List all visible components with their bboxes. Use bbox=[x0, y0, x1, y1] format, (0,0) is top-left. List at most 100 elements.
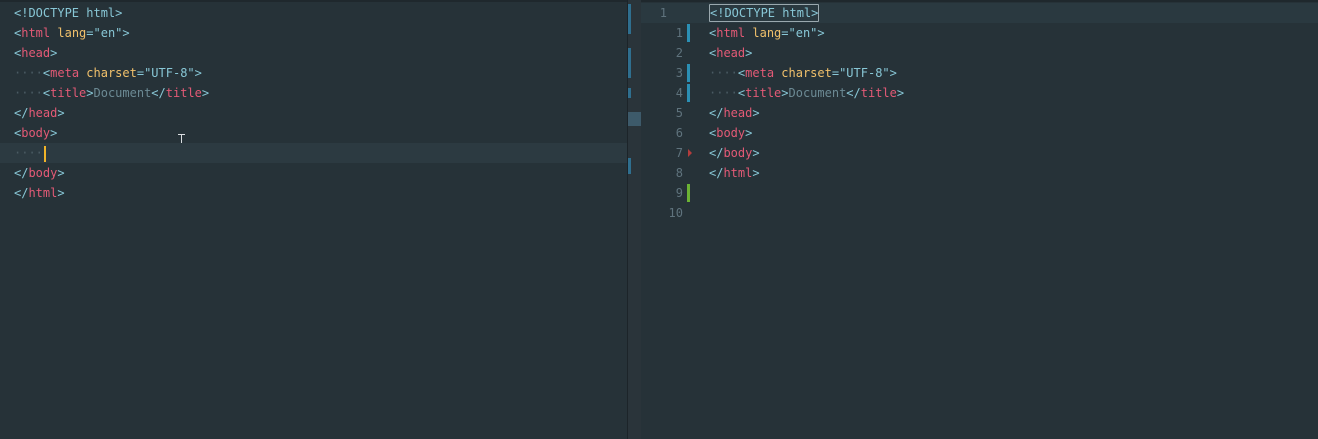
text-caret bbox=[43, 145, 46, 162]
code-line[interactable]: 1 <!DOCTYPE html> bbox=[641, 3, 1318, 23]
code-line[interactable]: 8 </html> bbox=[641, 163, 1318, 183]
scrollbar-thumb[interactable] bbox=[628, 112, 642, 126]
code-token: body bbox=[28, 166, 58, 180]
modified-line-marker bbox=[687, 84, 690, 102]
code-token: > bbox=[50, 126, 58, 140]
right-editor-pane[interactable]: 1 <!DOCTYPE html> 1 <html lang="en"> 2 <head>… bbox=[641, 0, 1318, 439]
code-token: ···· bbox=[14, 66, 43, 80]
code-content: ····<title>Document</title> bbox=[709, 83, 904, 103]
code-content: <html lang="en"> bbox=[709, 23, 825, 43]
code-token: > bbox=[745, 126, 753, 140]
code-token: ="UTF-8"> bbox=[136, 66, 202, 80]
code-token: > bbox=[752, 146, 760, 160]
code-token: title bbox=[745, 86, 782, 100]
code-token: body bbox=[21, 126, 51, 140]
code-token: title bbox=[860, 86, 897, 100]
code-line[interactable]: <body> bbox=[0, 123, 627, 143]
bracket-match-highlight: <!DOCTYPE html> bbox=[709, 4, 820, 22]
code-token: title bbox=[50, 86, 87, 100]
code-token: > bbox=[86, 86, 94, 100]
pane-top-border bbox=[641, 0, 1318, 2]
pane-top-border bbox=[0, 0, 627, 2]
code-line[interactable]: 4 ····<title>Document</title> bbox=[641, 83, 1318, 103]
code-line[interactable]: 5 </head> bbox=[641, 103, 1318, 123]
code-content: <body> bbox=[709, 123, 752, 143]
code-token: lang bbox=[57, 26, 87, 40]
code-line[interactable]: ····<meta charset="UTF-8"> bbox=[0, 63, 627, 83]
code-token: html bbox=[716, 26, 746, 40]
code-line[interactable]: ···· bbox=[0, 143, 627, 163]
code-content: </head> bbox=[709, 103, 760, 123]
modified-line-marker bbox=[687, 64, 690, 82]
code-token: > bbox=[57, 106, 65, 120]
code-token: </ bbox=[709, 166, 724, 180]
code-token: ="en"> bbox=[86, 26, 130, 40]
code-content: ····<meta charset="UTF-8"> bbox=[709, 63, 897, 83]
line-number: 8 bbox=[675, 166, 683, 180]
code-token: meta bbox=[50, 66, 80, 80]
code-token: </ bbox=[709, 146, 724, 160]
code-line[interactable]: 9 bbox=[641, 183, 1318, 203]
code-line[interactable]: 10 bbox=[641, 203, 1318, 223]
modified-line-marker bbox=[687, 24, 690, 42]
code-token: html bbox=[28, 186, 58, 200]
code-token: ···· bbox=[14, 86, 43, 100]
code-content: <head> bbox=[14, 43, 57, 63]
code-token: </ bbox=[846, 86, 861, 100]
code-token: > bbox=[896, 86, 905, 100]
code-token: > bbox=[752, 166, 760, 180]
code-token: > bbox=[57, 186, 65, 200]
code-content: ····<meta charset="UTF-8"> bbox=[14, 63, 202, 83]
code-token: head bbox=[28, 106, 58, 120]
code-token: html bbox=[723, 166, 753, 180]
code-token: > bbox=[745, 46, 753, 60]
code-token: ···· bbox=[709, 66, 738, 80]
line-number: 1 bbox=[675, 26, 683, 40]
code-line[interactable]: </body> bbox=[0, 163, 627, 183]
code-token: head bbox=[21, 46, 51, 60]
code-line[interactable]: ····<title>Document</title> bbox=[0, 83, 627, 103]
code-line[interactable]: <!DOCTYPE html> bbox=[0, 3, 627, 23]
code-line[interactable]: 2 <head> bbox=[641, 43, 1318, 63]
code-token: title bbox=[165, 86, 202, 100]
left-editor-pane[interactable]: <!DOCTYPE html> <html lang="en"> <head> ···… bbox=[0, 0, 627, 439]
code-token: meta bbox=[745, 66, 775, 80]
code-line[interactable]: 7 </body> bbox=[641, 143, 1318, 163]
code-content: <!DOCTYPE html> bbox=[709, 3, 820, 23]
line-number: 6 bbox=[675, 126, 683, 140]
code-token: body bbox=[716, 126, 746, 140]
scrollbar-change-marker bbox=[628, 158, 631, 174]
code-token: ···· bbox=[709, 86, 738, 100]
code-line[interactable]: </head> bbox=[0, 103, 627, 123]
code-content: <html lang="en"> bbox=[14, 23, 130, 43]
code-content: </body> bbox=[709, 143, 760, 163]
code-line[interactable]: 1 <html lang="en"> bbox=[641, 23, 1318, 43]
code-token: html bbox=[21, 26, 51, 40]
line-number: 9 bbox=[675, 186, 683, 200]
code-token: </ bbox=[709, 106, 724, 120]
code-content: </html> bbox=[14, 183, 65, 203]
code-line[interactable]: 6 <body> bbox=[641, 123, 1318, 143]
code-content: <body> bbox=[14, 123, 57, 143]
code-content: ···· bbox=[14, 143, 46, 163]
code-line[interactable]: <head> bbox=[0, 43, 627, 63]
code-line[interactable]: <html lang="en"> bbox=[0, 23, 627, 43]
deleted-line-arrow-icon bbox=[688, 149, 692, 157]
code-token: charset bbox=[86, 66, 137, 80]
code-token: head bbox=[723, 106, 753, 120]
scrollbar-change-marker bbox=[628, 88, 631, 98]
split-editor: <!DOCTYPE html> <html lang="en"> <head> ···… bbox=[0, 0, 1318, 439]
code-token: charset bbox=[781, 66, 832, 80]
line-number: 3 bbox=[675, 66, 683, 80]
code-token: > bbox=[781, 86, 789, 100]
code-content: ····<title>Document</title> bbox=[14, 83, 209, 103]
code-token: body bbox=[723, 146, 753, 160]
code-token: ="en"> bbox=[781, 26, 825, 40]
code-token: </ bbox=[14, 166, 29, 180]
code-token: <!DOCTYPE html> bbox=[710, 6, 819, 20]
code-line[interactable]: </html> bbox=[0, 183, 627, 203]
line-number: 5 bbox=[675, 106, 683, 120]
code-token: ···· bbox=[14, 146, 43, 160]
line-number: 2 bbox=[675, 46, 683, 60]
code-line[interactable]: 3 ····<meta charset="UTF-8"> bbox=[641, 63, 1318, 83]
